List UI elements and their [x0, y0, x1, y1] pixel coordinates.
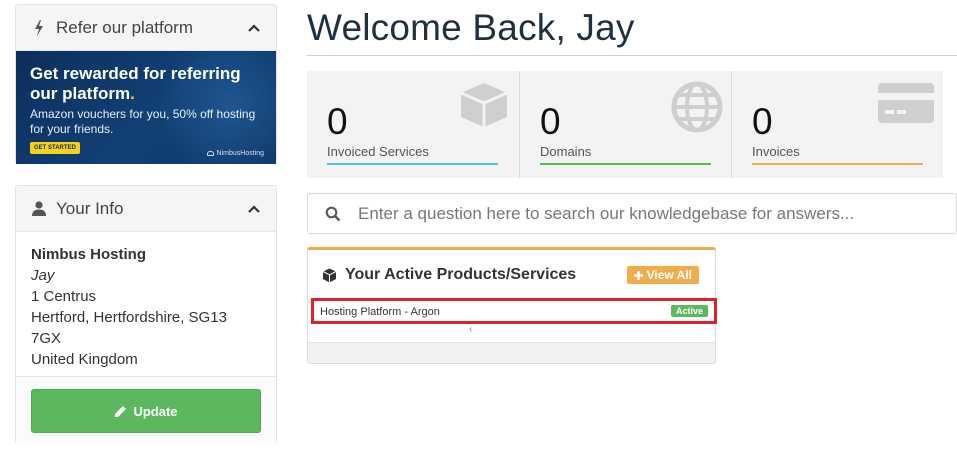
update-button[interactable]: Update	[31, 389, 261, 433]
your-info-panel: Your Info Nimbus Hosting Jay 1 Centrus H…	[15, 185, 277, 444]
knowledgebase-search	[307, 193, 957, 234]
your-info-header[interactable]: Your Info	[16, 186, 276, 232]
mouse-cursor-icon: ‹	[469, 324, 473, 335]
tile-accent-bar	[540, 163, 711, 165]
domains-count: 0	[540, 101, 561, 142]
promo-headline: Get rewarded for referring our platform.	[30, 64, 241, 103]
promo-brand-logo: NimbusHosting	[206, 150, 264, 157]
active-products-footer	[308, 342, 715, 363]
cloud-icon	[206, 151, 214, 156]
refer-panel: Refer our platform Get rewarded for refe…	[15, 4, 277, 164]
update-button-label: Update	[133, 403, 178, 419]
view-all-label: View All	[646, 268, 692, 282]
refer-promo-banner[interactable]: Get rewarded for referring our platform.…	[16, 51, 276, 164]
refer-panel-title: Refer our platform	[56, 17, 193, 37]
active-products-title: Your Active Products/Services	[345, 266, 577, 283]
search-icon[interactable]	[308, 206, 358, 222]
chevron-up-icon[interactable]	[246, 20, 262, 36]
credit-card-icon	[877, 81, 935, 130]
pencil-icon	[115, 405, 127, 417]
product-name[interactable]: Hosting Platform - Argon	[320, 304, 671, 318]
refer-panel-header[interactable]: Refer our platform	[16, 5, 276, 51]
tile-accent-bar	[327, 163, 498, 165]
tile-accent-bar	[752, 163, 923, 165]
page-title: Welcome Back, Jay	[307, 7, 635, 48]
invoices-count: 0	[752, 101, 773, 142]
tile-invoices[interactable]: 0 Invoices	[731, 71, 943, 178]
invoiced-services-count: 0	[327, 101, 348, 142]
your-info-details: Nimbus Hosting Jay 1 Centrus Hertford, H…	[16, 232, 276, 370]
tile-invoiced-services[interactable]: 0 Invoiced Services	[307, 71, 519, 178]
active-products-panel: Your Active Products/Services View All H…	[307, 247, 717, 364]
status-badge: Active	[670, 305, 708, 317]
product-row[interactable]: Hosting Platform - Argon Active	[311, 298, 717, 324]
update-footer: Update	[16, 376, 276, 444]
tile-domains[interactable]: 0 Domains	[519, 71, 731, 178]
promo-get-started-button[interactable]: GET STARTED	[30, 142, 80, 154]
company-name: Nimbus Hosting	[31, 246, 146, 263]
stats-tiles: 0 Invoiced Services 0 Domains 0 Invoices	[307, 71, 943, 178]
your-info-title: Your Info	[56, 198, 124, 218]
address-country: United Kingdom	[31, 351, 138, 368]
cube-icon	[322, 268, 337, 283]
address-line-2: Hertford, Hertfordshire, SG13 7GX	[31, 309, 227, 347]
globe-icon	[671, 81, 723, 138]
knowledgebase-search-input[interactable]	[358, 203, 938, 224]
bolt-icon	[30, 19, 48, 36]
title-divider	[307, 55, 957, 56]
cube-icon	[457, 81, 511, 134]
contact-name: Jay	[31, 267, 55, 284]
address-line-1: 1 Centrus	[31, 288, 97, 305]
view-all-button[interactable]: View All	[626, 266, 699, 284]
active-products-header: Your Active Products/Services View All	[308, 250, 715, 300]
domains-label: Domains	[540, 144, 592, 159]
promo-brand-label: NimbusHosting	[216, 150, 264, 157]
chevron-up-icon[interactable]	[246, 201, 262, 217]
plus-icon	[633, 270, 643, 280]
user-icon	[30, 201, 48, 216]
invoices-label: Invoices	[752, 144, 800, 159]
invoiced-services-label: Invoiced Services	[327, 144, 429, 159]
promo-subtext: Amazon vouchers for you, 50% off hosting…	[30, 107, 256, 136]
